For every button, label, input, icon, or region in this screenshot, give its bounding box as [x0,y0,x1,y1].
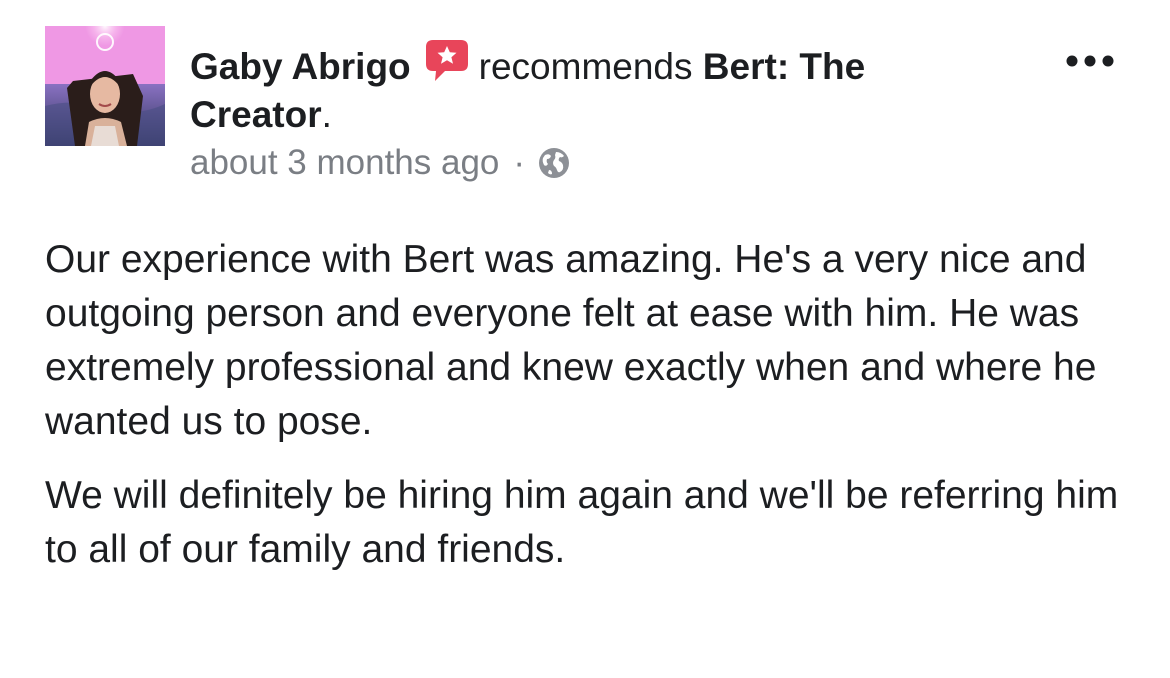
header-period: . [321,94,332,135]
speech-bubble-star-icon [423,37,471,85]
review-text: Our experience with Bert was amazing. He… [45,233,1125,597]
author-name[interactable]: Gaby Abrigo [190,46,411,87]
meta-separator: · [513,143,526,182]
post-header: Gaby Abrigo recommends Bert: The Creator… [190,37,990,139]
timestamp[interactable]: about 3 months ago [190,140,499,186]
post-meta: about 3 months ago · [190,140,571,186]
review-post: Gaby Abrigo recommends Bert: The Creator… [0,0,1170,678]
ellipsis-icon [1062,54,1118,73]
globe-icon[interactable] [537,146,571,180]
review-paragraph: Our experience with Bert was amazing. He… [45,238,1097,443]
review-paragraph: We will definitely be hiring him again a… [45,474,1119,571]
more-options-button[interactable] [1058,48,1122,78]
avatar[interactable] [45,26,165,146]
action-text: recommends [478,46,693,87]
